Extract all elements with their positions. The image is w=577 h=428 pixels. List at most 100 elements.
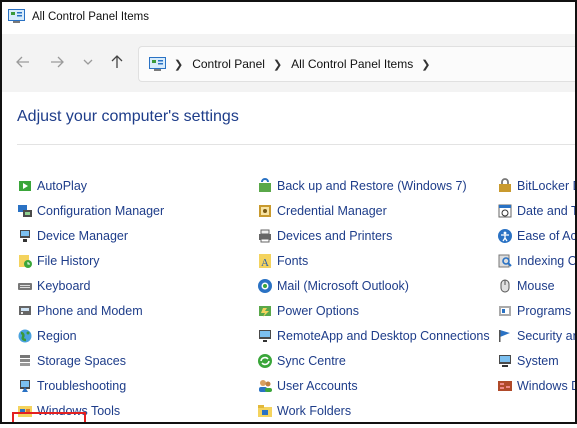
mail-icon (257, 278, 273, 294)
item-label: User Accounts (277, 379, 358, 393)
control-panel-item-storage-spaces[interactable]: Storage Spaces (17, 352, 126, 370)
breadcrumb-all-items[interactable]: All Control Panel Items (291, 57, 413, 71)
control-panel-item-phone-and-modem[interactable]: Phone and Modem (17, 302, 143, 320)
autoplay-icon (17, 178, 33, 194)
chevron-right-icon[interactable]: ❯ (273, 58, 282, 71)
phone-modem-icon (17, 303, 33, 319)
item-label: Phone and Modem (37, 304, 143, 318)
content-area: Adjust your computer's settings AutoPlay… (2, 92, 575, 422)
control-panel-item-mail-microsoft-outlook[interactable]: Mail (Microsoft Outlook) (257, 277, 409, 295)
item-label: Indexing C (517, 254, 577, 268)
backup-restore-icon (257, 178, 273, 194)
item-label: System (517, 354, 559, 368)
item-label: Fonts (277, 254, 309, 268)
forward-button[interactable] (46, 51, 68, 73)
item-label: Security ar (517, 329, 577, 343)
item-label: Mouse (517, 279, 555, 293)
back-button[interactable] (12, 51, 34, 73)
region-highlight-box (12, 412, 86, 422)
control-panel-item-mouse[interactable]: Mouse (497, 277, 555, 295)
work-folders-icon (257, 403, 273, 419)
item-label: File History (37, 254, 100, 268)
item-label: Sync Centre (277, 354, 346, 368)
control-panel-item-user-accounts[interactable]: User Accounts (257, 377, 358, 395)
control-panel-item-work-folders[interactable]: Work Folders (257, 402, 351, 420)
windows-defender-icon (497, 378, 513, 394)
chevron-down-icon (83, 59, 93, 65)
troubleshooting-icon (17, 378, 33, 394)
control-panel-item-sync-centre[interactable]: Sync Centre (257, 352, 346, 370)
fonts-icon: A (257, 253, 273, 269)
item-label: Back up and Restore (Windows 7) (277, 179, 467, 193)
control-panel-item-file-history[interactable]: File History (17, 252, 100, 270)
control-panel-item-date-and-t[interactable]: Date and T (497, 202, 577, 220)
item-label: Mail (Microsoft Outlook) (277, 279, 409, 293)
title-bar: All Control Panel Items (2, 2, 575, 34)
control-panel-item-windows-d[interactable]: Windows D (497, 377, 577, 395)
file-history-icon (17, 253, 33, 269)
item-label: Ease of Ac (517, 229, 577, 243)
control-panel-item-system[interactable]: System (497, 352, 559, 370)
programs-icon (497, 303, 513, 319)
sync-centre-icon (257, 353, 273, 369)
control-panel-item-device-manager[interactable]: Device Manager (17, 227, 128, 245)
item-label: BitLocker D (517, 179, 577, 193)
system-icon (497, 353, 513, 369)
control-panel-item-troubleshooting[interactable]: Troubleshooting (17, 377, 126, 395)
chevron-right-icon[interactable]: ❯ (174, 58, 183, 71)
devices-printers-icon (257, 228, 273, 244)
control-panel-item-programs[interactable]: Programs (497, 302, 571, 320)
control-panel-item-autoplay[interactable]: AutoPlay (17, 177, 87, 195)
control-panel-item-configuration-manager[interactable]: Configuration Manager (17, 202, 164, 220)
control-panel-item-power-options[interactable]: Power Options (257, 302, 359, 320)
item-label: Configuration Manager (37, 204, 165, 218)
control-panel-item-region[interactable]: Region (17, 327, 77, 345)
configuration-manager-icon (17, 203, 33, 219)
indexing-icon (497, 253, 513, 269)
forward-arrow-icon (51, 56, 64, 68)
item-label: Date and T (517, 204, 577, 218)
item-label: Device Manager (37, 229, 129, 243)
control-panel-item-ease-of-ac[interactable]: Ease of Ac (497, 227, 577, 245)
navigation-bar: ❯ Control Panel ❯ All Control Panel Item… (2, 34, 575, 92)
credential-manager-icon (257, 203, 273, 219)
up-button[interactable] (106, 51, 128, 73)
security-icon (497, 328, 513, 344)
control-panel-item-credential-manager[interactable]: Credential Manager (257, 202, 387, 220)
control-panel-icon (149, 56, 166, 71)
item-label: Programs (517, 304, 572, 318)
control-panel-item-fonts[interactable]: A Fonts (257, 252, 308, 270)
control-panel-item-security-ar[interactable]: Security ar (497, 327, 577, 345)
remoteapp-icon (257, 328, 273, 344)
item-label: Troubleshooting (37, 379, 127, 393)
control-panel-item-remoteapp-and-desktop-connections[interactable]: RemoteApp and Desktop Connections (257, 327, 490, 345)
address-bar[interactable]: ❯ Control Panel ❯ All Control Panel Item… (138, 46, 575, 82)
item-label: Keyboard (37, 279, 91, 293)
keyboard-icon (17, 278, 33, 294)
recent-locations-button[interactable] (77, 51, 99, 73)
control-panel-item-back-up-and-restore-windows-7[interactable]: Back up and Restore (Windows 7) (257, 177, 467, 195)
item-label: Storage Spaces (37, 354, 126, 368)
window-title: All Control Panel Items (32, 11, 149, 23)
item-label: Credential Manager (277, 204, 387, 218)
mouse-icon (497, 278, 513, 294)
date-time-icon (497, 203, 513, 219)
item-label: Windows D (517, 379, 577, 393)
svg-text:A: A (261, 257, 269, 269)
breadcrumb-control-panel[interactable]: Control Panel (192, 57, 265, 71)
chevron-right-icon[interactable]: ❯ (421, 58, 430, 71)
control-panel-item-indexing-c[interactable]: Indexing C (497, 252, 577, 270)
item-label: Work Folders (277, 404, 352, 418)
control-panel-item-bitlocker-d[interactable]: BitLocker D (497, 177, 577, 195)
region-icon (17, 328, 33, 344)
ease-of-access-icon (497, 228, 513, 244)
storage-spaces-icon (17, 353, 33, 369)
item-label: RemoteApp and Desktop Connections (277, 329, 490, 343)
control-panel-item-keyboard[interactable]: Keyboard (17, 277, 91, 295)
page-title: Adjust your computer's settings (17, 108, 239, 125)
control-panel-icon (8, 9, 25, 23)
up-arrow-icon (111, 55, 123, 68)
control-panel-item-devices-and-printers[interactable]: Devices and Printers (257, 227, 392, 245)
item-label: AutoPlay (37, 179, 88, 193)
user-accounts-icon (257, 378, 273, 394)
